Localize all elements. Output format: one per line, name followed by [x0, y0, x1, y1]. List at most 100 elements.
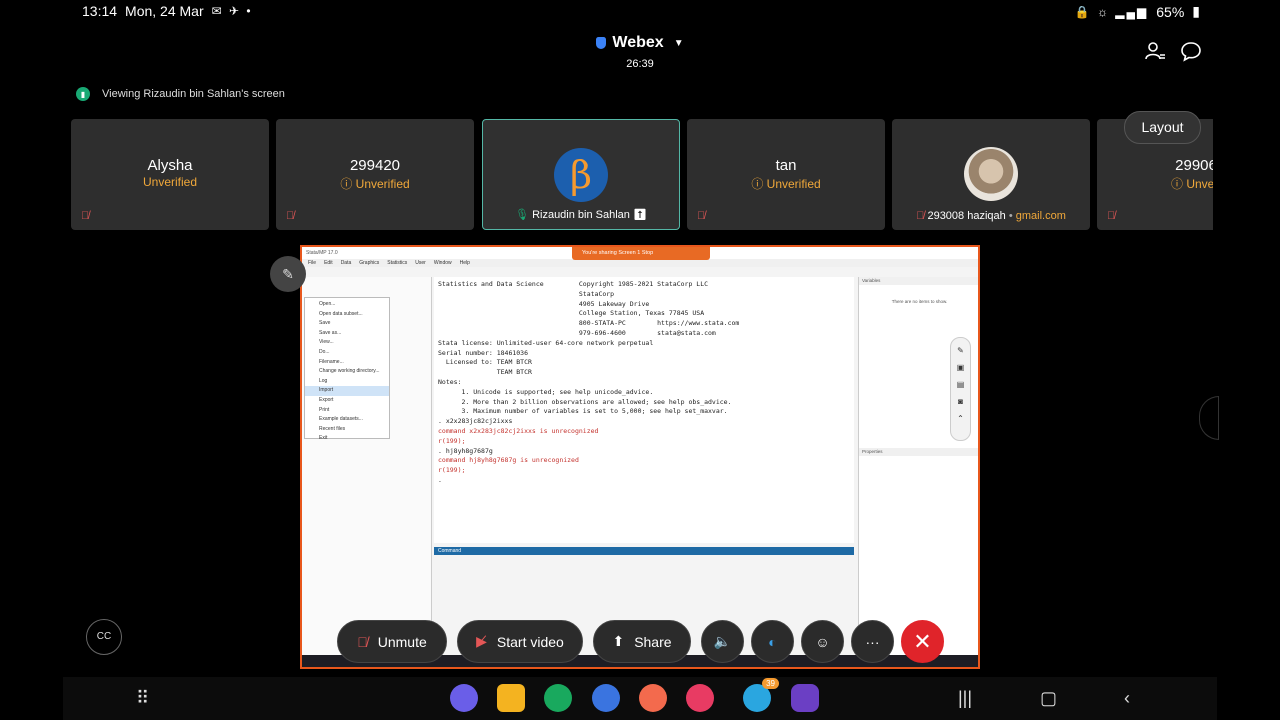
camera-icon: ◙ [958, 397, 963, 406]
viewing-text: Viewing Rizaudin bin Sahlan's screen [102, 88, 285, 100]
reactions-icon[interactable]: ☺ [801, 620, 844, 663]
files-app-icon[interactable] [497, 684, 525, 712]
participant-tile[interactable]: 🎙̸ 293008 haziqah • gmail.com [892, 119, 1090, 230]
stata-file-menu: Open... Open data subset... Save Save as… [304, 297, 390, 441]
contacts-app-icon[interactable] [639, 684, 667, 712]
results-line: r(199); [438, 436, 466, 445]
camera-app-icon[interactable] [686, 684, 714, 712]
webex-assistant-icon[interactable]: ◐ [751, 620, 794, 663]
results-line: 979-696-4600 stata@stata.com [438, 328, 716, 337]
participant-status: Unverified [142, 175, 198, 189]
participant-name: Alysha [147, 157, 193, 174]
stata-history-pane: Open... Open data subset... Save Save as… [302, 277, 432, 657]
results-line: 800-STATA-PC https://www.stata.com [438, 319, 740, 328]
mic-icon: 🎙 [515, 209, 529, 221]
participant-tile[interactable]: tan ⓘ Unverified 🎙̸ [687, 119, 885, 230]
meeting-header: Webex ▼ 26:39 [0, 34, 1280, 70]
status-time: 13:14 [82, 3, 118, 19]
battery-icon: ▮ [1192, 3, 1200, 19]
start-video-label: Start video [496, 633, 564, 650]
side-panel-handle[interactable] [1199, 396, 1219, 440]
recent-apps-icon[interactable]: ||| [958, 688, 972, 709]
stata-command-bar: Command [434, 547, 854, 555]
video-off-icon: ▶̸ [476, 633, 487, 649]
app-drawer-icon[interactable]: ⠿ [136, 688, 149, 709]
participant-name: 293008 haziqah [927, 210, 1006, 222]
more-options-button[interactable]: ··· [851, 620, 894, 663]
image-icon: ▣ [956, 363, 965, 372]
results-line: 2. More than 2 billion observations are … [438, 397, 732, 406]
muted-mic-icon: 🎙̸ [81, 210, 90, 222]
shared-screen[interactable]: Stata/MP 17.0 File Edit Data Graphics Statis… [300, 245, 980, 669]
book-icon: ▤ [956, 380, 965, 389]
participant-status: ⓘ Unverified [340, 177, 410, 191]
muted-mic-icon: 🎙̸ [916, 210, 925, 222]
results-line: . hj8yh8g7687g [438, 446, 493, 455]
chevron-down-icon: ▼ [673, 37, 684, 49]
system-icons: 🔒 ☼ ▂▄▆ [1074, 4, 1149, 19]
results-line: . [438, 475, 442, 484]
video-app-icon[interactable] [791, 684, 819, 712]
results-line: r(199); [438, 466, 466, 475]
results-line: 3. Maximum number of variables is set to… [438, 407, 728, 416]
participant-tile[interactable]: 299420 ⓘ Unverified 🎙̸ [276, 119, 474, 230]
results-line: College Station, Texas 77845 USA [438, 309, 705, 318]
end-call-icon[interactable]: ✕ [901, 620, 944, 663]
results-line: . x2x283jc82cj2ixxs [438, 417, 513, 426]
results-line: Licensed to: TEAM BTCR [438, 358, 532, 367]
status-bar: 13:14 Mon, 24 Mar ✉ ✈ • 🔒 ☼ ▂▄▆ 65% ▮ [0, 0, 1280, 24]
unmute-button[interactable]: 🎙̸ Unmute [337, 620, 447, 663]
results-line: Statistics and Data Science Copyright 19… [438, 280, 709, 288]
variables-empty: There are no items to show. [891, 299, 948, 304]
chat-icon[interactable] [1180, 40, 1202, 62]
results-line: Stata license: Unlimited-user 64-core ne… [438, 338, 654, 347]
muted-mic-icon: 🎙̸ [286, 210, 295, 222]
results-line: 1. Unicode is supported; see help unicod… [438, 387, 654, 396]
results-line: Serial number: 18461036 [438, 348, 529, 357]
results-line: StataCorp [438, 289, 615, 298]
share-icon: ⬆ [612, 633, 625, 649]
results-line: Notes: [438, 377, 462, 386]
muted-mic-icon: 🎙̸ [697, 210, 706, 222]
participants-icon[interactable] [1144, 40, 1166, 62]
shield-icon [596, 37, 607, 49]
results-line: command x2x283jc82cj2ixxs is unrecognize… [438, 426, 599, 435]
chevron-up-icon: ⌃ [957, 414, 964, 423]
layout-button[interactable]: Layout [1124, 111, 1201, 144]
telegram-app-icon[interactable]: 39 [743, 678, 779, 712]
messages-app-icon[interactable] [592, 684, 620, 712]
participant-strip: Alysha Unverified 🎙̸ 299420 ⓘ Unverified… [71, 119, 1213, 231]
participant-label: 🎙̸ 293008 haziqah • gmail.com [916, 210, 1066, 222]
muted-mic-icon: 🎙̸ [1107, 210, 1116, 222]
variables-header: Variables [859, 277, 978, 285]
participant-tile-presenter[interactable]: β 🎙 Rizaudin bin Sahlan ⬆ [482, 119, 680, 230]
participant-name: 29906 [1175, 157, 1213, 174]
share-indicator-icon: ▮ [76, 87, 90, 101]
share-label: Share [634, 633, 672, 650]
start-video-button[interactable]: ▶̸ Start video [457, 620, 583, 663]
share-button[interactable]: ⬆ Share [593, 620, 691, 663]
notification-badge: 39 [762, 678, 779, 689]
internet-app-icon[interactable] [450, 684, 478, 712]
participant-name: 299420 [349, 157, 401, 174]
stata-variables-pane: Variables There are no items to show. Pr… [858, 277, 978, 657]
app-title[interactable]: Webex ▼ [596, 34, 684, 52]
avatar: β [554, 148, 608, 202]
home-icon[interactable]: ▢ [1040, 688, 1057, 709]
notification-icons: ✉ ✈ • [211, 4, 253, 18]
audio-icon[interactable]: 🔈 [701, 620, 744, 663]
phone-app-icon[interactable] [544, 684, 572, 712]
properties-header: Properties [859, 448, 978, 456]
battery-level: 65% [1156, 3, 1185, 20]
stata-results-window: Statistics and Data Science Copyright 19… [434, 277, 854, 543]
sharing-icon: ⬆ [632, 209, 647, 221]
annotate-icon[interactable]: ✎ [270, 256, 306, 292]
sharing-banner: You're sharing Screen 1 Stop [572, 247, 710, 260]
participant-tile[interactable]: Alysha Unverified 🎙̸ [71, 119, 269, 230]
closed-captions-button[interactable]: CC [86, 619, 122, 655]
participant-status: ⓘ Unveri [1170, 177, 1213, 191]
back-icon[interactable]: ‹ [1124, 688, 1130, 709]
unmute-label: Unmute [377, 633, 427, 650]
annotation-toolbar[interactable]: ✎ ▣ ▤ ◙ ⌃ [950, 337, 971, 441]
avatar [964, 147, 1018, 201]
